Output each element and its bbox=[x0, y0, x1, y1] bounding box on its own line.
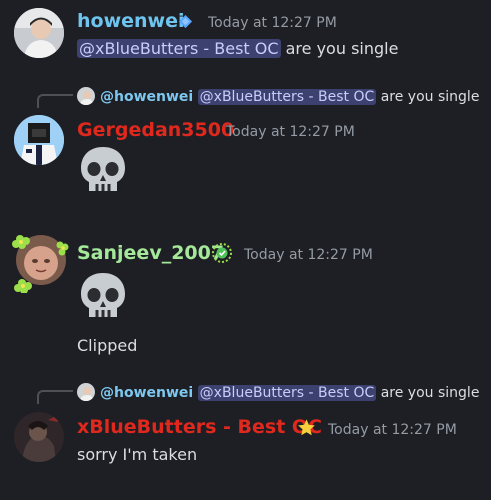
message-content: Clipped bbox=[77, 336, 138, 355]
reply-avatar bbox=[77, 87, 95, 105]
avatar[interactable] bbox=[14, 115, 64, 165]
reply-spine bbox=[37, 390, 73, 404]
reply-preview[interactable]: @howenwei @xBlueButters - Best OC are yo… bbox=[77, 383, 479, 401]
diamond-icon bbox=[178, 14, 193, 33]
skull-emoji[interactable] bbox=[77, 144, 129, 200]
timestamp[interactable]: Today at 12:27 PM bbox=[226, 124, 355, 140]
reply-text: are you single bbox=[376, 89, 480, 105]
nitro-gem-icon bbox=[211, 242, 233, 268]
message-content: sorry I'm taken bbox=[77, 445, 198, 464]
message-content: @xBlueButters - Best OC are you single bbox=[77, 39, 398, 58]
user-mention[interactable]: @xBlueButters - Best OC bbox=[77, 39, 281, 58]
reply-preview[interactable]: @howenwei @xBlueButters - Best OC are yo… bbox=[77, 87, 479, 105]
username[interactable]: Sanjeev_2007 bbox=[77, 242, 224, 264]
timestamp[interactable]: Today at 12:27 PM bbox=[244, 247, 373, 263]
star-icon bbox=[297, 418, 316, 441]
reply-avatar bbox=[77, 383, 95, 401]
avatar-decoration-icon bbox=[10, 231, 72, 297]
message-text: are you single bbox=[280, 39, 399, 58]
reply-username[interactable]: @howenwei bbox=[100, 89, 193, 105]
username[interactable]: howenwei bbox=[77, 10, 185, 32]
chat-message-list: howenwei Today at 12:27 PM @xBlueButters… bbox=[0, 0, 491, 500]
avatar[interactable] bbox=[14, 412, 64, 462]
reply-spine bbox=[37, 94, 73, 108]
reply-text: are you single bbox=[376, 385, 480, 401]
username[interactable]: Gergedan3500 bbox=[77, 119, 234, 141]
skull-emoji[interactable] bbox=[77, 270, 129, 326]
avatar[interactable] bbox=[14, 8, 64, 58]
reply-username[interactable]: @howenwei bbox=[100, 385, 193, 401]
username[interactable]: xBlueButters - Best OC bbox=[77, 416, 322, 438]
user-mention[interactable]: @xBlueButters - Best OC bbox=[197, 89, 377, 105]
user-mention[interactable]: @xBlueButters - Best OC bbox=[197, 385, 377, 401]
timestamp[interactable]: Today at 12:27 PM bbox=[328, 422, 457, 438]
timestamp[interactable]: Today at 12:27 PM bbox=[208, 15, 337, 31]
